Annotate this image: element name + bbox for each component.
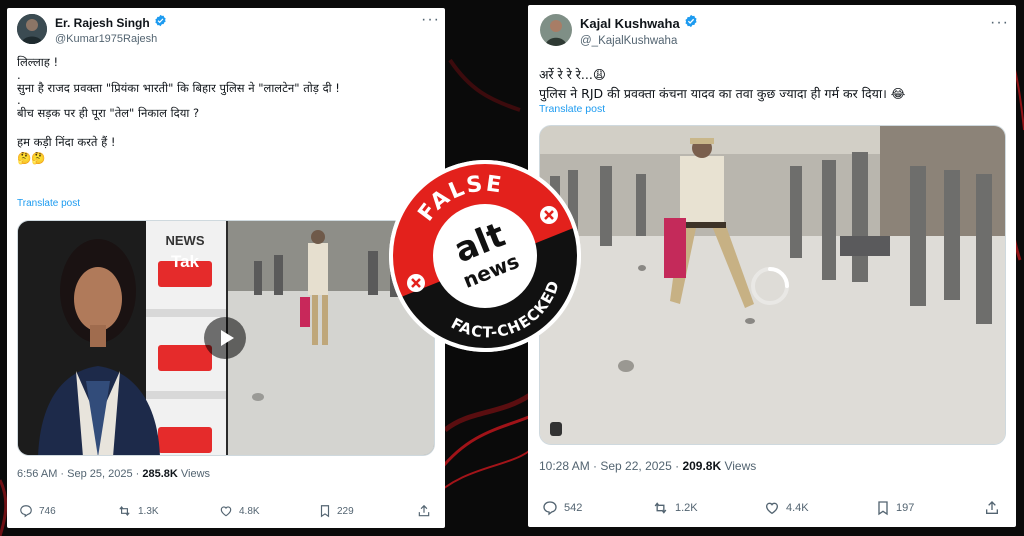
repost-icon (119, 505, 130, 517)
post-meta: 10:28 AM · Sep 22, 2025 · 209.8K Views (539, 459, 756, 473)
share-icon (986, 501, 998, 514)
bookmark-icon (878, 501, 888, 516)
reply-button[interactable]: 542 (542, 500, 582, 516)
reply-icon (20, 505, 32, 518)
timestamp[interactable]: 10:28 AM · Sep 22, 2025 · (539, 459, 682, 473)
reply-count: 746 (39, 505, 56, 517)
post-line: हम कड़ी निंदा करते हैं ! (17, 134, 116, 149)
news-logo-word: Tak (170, 252, 200, 271)
bookmark-icon (320, 505, 330, 518)
like-icon (765, 502, 779, 515)
repost-button[interactable]: 1.3K (117, 504, 159, 518)
post-line: 🤔🤔 (17, 151, 46, 165)
left-post-header: Er. Rajesh Singh @Kumar1975Rajesh (17, 14, 167, 45)
share-button[interactable] (417, 504, 431, 518)
avatar[interactable] (540, 14, 572, 46)
bookmark-count: 229 (337, 505, 354, 517)
author-name[interactable]: Kajal Kushwaha (580, 16, 680, 31)
post-line: लिल्लाह ! (17, 55, 59, 69)
fact-check-badge: alt news FALSE FACT-CHECKED (386, 157, 584, 359)
post-text: अर्रे रे रे रे...😩 पुलिस ने RJD की प्रवक… (539, 65, 905, 103)
like-button[interactable]: 4.8K (219, 504, 260, 518)
post-line: बीच सड़क पर ही पूरा "तेल" निकाल दिया ? (17, 106, 200, 120)
avatar[interactable] (17, 14, 47, 44)
more-icon[interactable]: ··· (421, 12, 440, 28)
play-icon[interactable] (204, 317, 246, 359)
post-line: सुना है राजद प्रवक्ता "प्रियंका भारती" क… (17, 80, 340, 95)
news-logo-word: NEWS (165, 233, 205, 248)
loading-spinner-icon (748, 264, 792, 313)
verified-icon (684, 14, 698, 33)
post-line: अर्रे रे रे रे...😩 (539, 67, 606, 82)
views-count: 285.8K (142, 468, 178, 480)
news-logo: NEWS Tak (158, 234, 212, 275)
views-label: Views (177, 468, 211, 480)
repost-count: 1.3K (138, 505, 159, 517)
repost-button[interactable]: 1.2K (652, 500, 698, 516)
timestamp[interactable]: 6:56 AM · Sep 25, 2025 · (17, 468, 142, 480)
reply-icon (543, 501, 557, 516)
more-icon[interactable]: ··· (990, 15, 1009, 31)
share-icon (418, 504, 430, 517)
post-line: पुलिस ने RJD की प्रवक्ता कंचना यादव का त… (539, 86, 906, 101)
translate-post-link[interactable]: Translate post (17, 198, 80, 209)
like-button[interactable]: 4.4K (764, 500, 809, 516)
like-icon (220, 506, 232, 517)
bookmark-count: 197 (896, 502, 915, 514)
views-label: Views (721, 459, 757, 473)
author-handle[interactable]: @_KajalKushwaha (580, 35, 698, 47)
post-meta: 6:56 AM · Sep 25, 2025 · 285.8K Views (17, 468, 210, 480)
post-line: . (17, 67, 21, 82)
post-text: लिल्लाह ! . सुना है राजद प्रवक्ता "प्रिय… (17, 54, 340, 167)
repost-count: 1.2K (675, 502, 698, 514)
views-count: 209.8K (682, 459, 722, 473)
reply-count: 542 (564, 502, 583, 514)
repost-icon (654, 502, 667, 514)
verified-icon (154, 14, 167, 32)
translate-post-link[interactable]: Translate post (539, 103, 605, 115)
reply-button[interactable]: 746 (19, 504, 56, 518)
post-line (17, 122, 340, 134)
author-name[interactable]: Er. Rajesh Singh (55, 16, 150, 30)
right-post-header: Kajal Kushwaha @_KajalKushwaha (540, 14, 698, 47)
video-player[interactable]: NEWS Tak (17, 220, 435, 456)
left-post-card: Er. Rajesh Singh @Kumar1975Rajesh ··· लि… (7, 8, 445, 528)
x-mark-icon (407, 274, 425, 292)
bookmark-button[interactable]: 229 (319, 504, 354, 518)
right-post-card: Kajal Kushwaha @_KajalKushwaha ··· अर्रे… (528, 5, 1016, 527)
like-count: 4.4K (786, 502, 809, 514)
author-handle[interactable]: @Kumar1975Rajesh (55, 33, 167, 45)
video-player[interactable] (539, 125, 1006, 445)
share-button[interactable] (984, 500, 1000, 516)
like-count: 4.8K (239, 505, 260, 517)
x-mark-icon (540, 206, 558, 224)
bookmark-button[interactable]: 197 (876, 500, 914, 516)
post-line: . (17, 93, 21, 107)
